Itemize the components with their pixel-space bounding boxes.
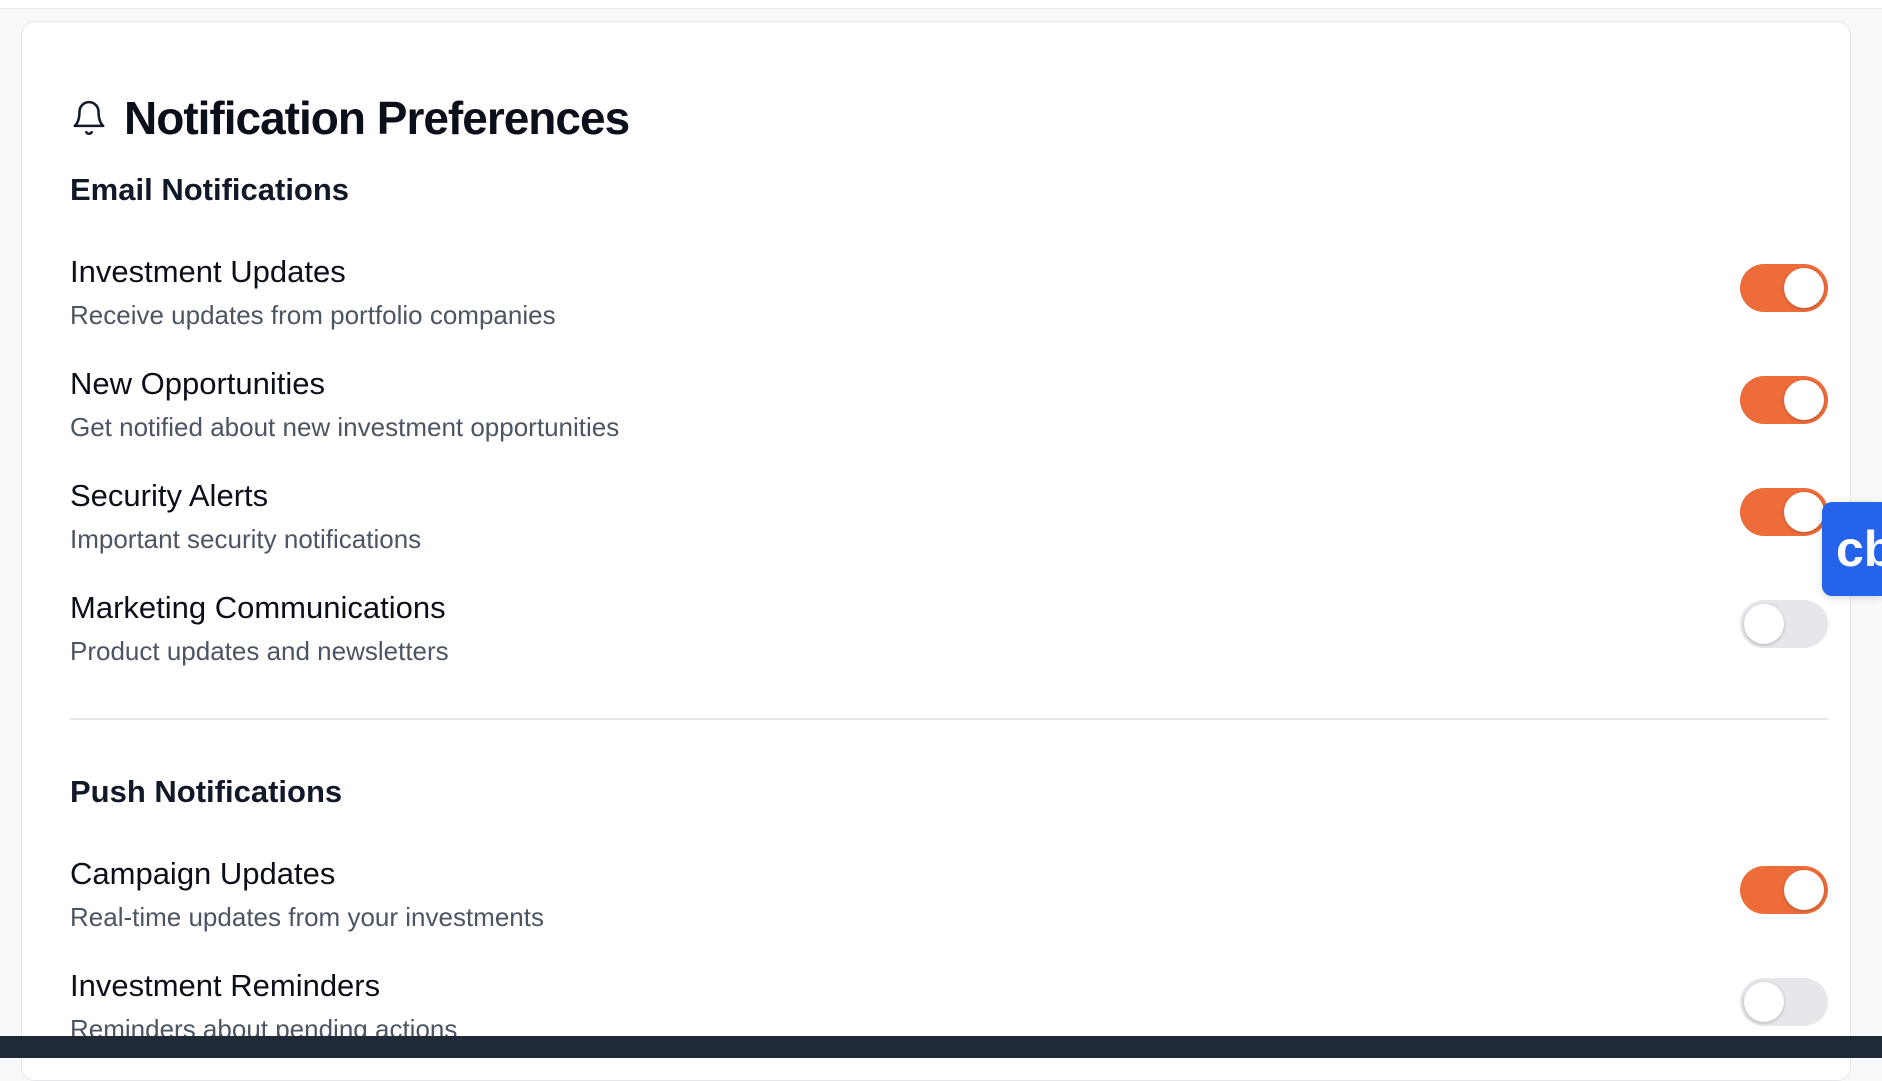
- setting-label: Campaign Updates: [70, 856, 336, 891]
- security-alerts-toggle[interactable]: [1740, 488, 1828, 536]
- toggle-knob: [1784, 268, 1824, 308]
- section-title-email: Email Notifications: [70, 172, 350, 207]
- marketing-communications-toggle[interactable]: [1740, 600, 1828, 648]
- setting-row-campaign-updates: Campaign Updates Real-time updates from …: [70, 856, 1828, 952]
- toggle-knob: [1784, 492, 1824, 532]
- setting-label: Investment Reminders: [70, 968, 381, 1003]
- card-header: Notification Preferences: [70, 88, 630, 148]
- setting-row-marketing-communications: Marketing Communications Product updates…: [70, 590, 1828, 686]
- toggle-knob: [1744, 604, 1784, 644]
- setting-row-investment-updates: Investment Updates Receive updates from …: [70, 254, 1828, 350]
- setting-label: Investment Updates: [70, 254, 346, 289]
- setting-description: Receive updates from portfolio companies: [70, 300, 556, 330]
- setting-description: Product updates and newsletters: [70, 636, 449, 666]
- notification-preferences-card: Notification Preferences Email Notificat…: [21, 21, 1851, 1081]
- setting-row-security-alerts: Security Alerts Important security notif…: [70, 478, 1828, 574]
- bell-icon: [70, 98, 108, 138]
- investment-updates-toggle[interactable]: [1740, 264, 1828, 312]
- campaign-updates-toggle[interactable]: [1740, 866, 1828, 914]
- side-tab-label: cb: [1836, 521, 1882, 577]
- setting-description: Real-time updates from your investments: [70, 902, 544, 932]
- top-edge: [0, 0, 1882, 9]
- page-title: Notification Preferences: [124, 92, 630, 144]
- toggle-knob: [1744, 982, 1784, 1022]
- toggle-knob: [1784, 870, 1824, 910]
- toggle-knob: [1784, 380, 1824, 420]
- setting-row-new-opportunities: New Opportunities Get notified about new…: [70, 366, 1828, 462]
- section-divider: [70, 718, 1828, 720]
- setting-description: Get notified about new investment opport…: [70, 412, 620, 442]
- section-title-push: Push Notifications: [70, 774, 343, 809]
- setting-description: Important security notifications: [70, 524, 422, 554]
- investment-reminders-toggle[interactable]: [1740, 978, 1828, 1026]
- setting-label: Security Alerts: [70, 478, 269, 513]
- setting-label: New Opportunities: [70, 366, 326, 401]
- new-opportunities-toggle[interactable]: [1740, 376, 1828, 424]
- bottom-bar: [0, 1036, 1882, 1058]
- floating-side-tab[interactable]: cb: [1822, 502, 1882, 596]
- setting-label: Marketing Communications: [70, 590, 446, 625]
